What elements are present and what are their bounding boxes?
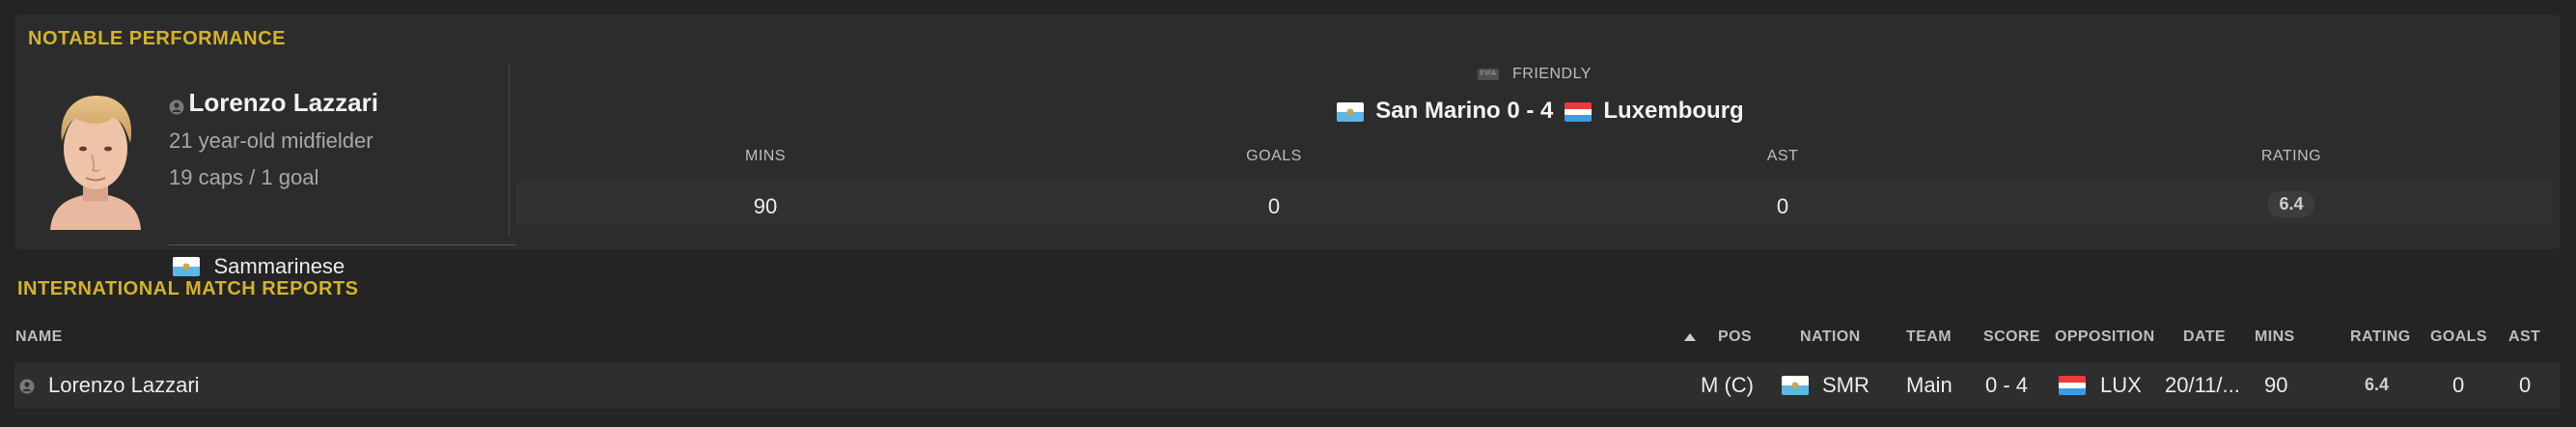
luxembourg-flag-icon — [1565, 101, 1593, 122]
row-score[interactable]: 0 - 4 — [1985, 373, 2028, 398]
column-header-rating[interactable]: RATING — [2350, 328, 2411, 346]
home-team: San Marino — [1375, 98, 1501, 124]
row-date: 20/11/... — [2165, 373, 2240, 397]
column-header-goals[interactable]: GOALS — [2430, 328, 2487, 346]
notable-performance-panel: NOTABLE PERFORMANCE Lorenzo Lazzari 21 y… — [14, 14, 2561, 278]
row-opposition[interactable]: LUX — [2100, 373, 2142, 398]
row-position: M (C) — [1701, 373, 1754, 397]
column-header-score[interactable]: SCORE — [1983, 328, 2040, 346]
stat-mins: 90 — [753, 194, 778, 218]
player-photo[interactable] — [39, 85, 152, 230]
luxembourg-flag-icon — [2059, 376, 2086, 395]
row-mins: 90 — [2264, 373, 2288, 397]
stat-goals: 0 — [1267, 194, 1281, 218]
stat-rating: 6.4 — [2195, 190, 2388, 217]
column-header-team[interactable]: TEAM — [1906, 328, 1952, 346]
stat-header-rating: RATING — [2260, 148, 2322, 164]
row-player-name[interactable]: Lorenzo Lazzari — [48, 373, 200, 398]
away-team: Luxembourg — [1603, 98, 1744, 124]
rating-badge: 6.4 — [2268, 191, 2314, 217]
column-header-pos[interactable]: POS — [1718, 328, 1752, 346]
column-header-name[interactable]: NAME — [15, 328, 63, 346]
row-nation[interactable]: SMR — [1822, 373, 1870, 398]
player-name[interactable]: Lorenzo Lazzari — [188, 88, 377, 117]
person-icon — [169, 100, 184, 115]
match-competition: FIFA FRIENDLY — [509, 66, 2561, 83]
fifa-logo-icon: FIFA — [1478, 68, 1500, 80]
divider — [509, 63, 510, 237]
player-nationality[interactable]: Sammarinese — [213, 254, 345, 278]
player-caps: 19 caps / 1 goal — [169, 165, 319, 189]
row-goals: 0 — [2452, 373, 2465, 397]
column-header-date[interactable]: DATE — [2183, 328, 2226, 346]
divider — [169, 244, 516, 245]
match-result[interactable]: San Marino 0 - 4 Luxembourg — [509, 98, 2561, 125]
san-marino-flag-icon — [173, 257, 200, 276]
row-ast: 0 — [2519, 373, 2532, 397]
rating-badge: 6.4 — [2365, 375, 2390, 394]
reports-title: INTERNATIONAL MATCH REPORTS — [17, 278, 359, 299]
stat-header-goals: GOALS — [1246, 148, 1302, 164]
stat-header-ast: AST — [1766, 148, 1799, 164]
match-score: 0 - 4 — [1507, 98, 1554, 124]
person-icon — [19, 379, 35, 394]
competition-label: FRIENDLY — [1512, 66, 1592, 82]
column-header-ast[interactable]: AST — [2508, 328, 2540, 346]
stat-header-mins: MINS — [745, 148, 786, 164]
column-header-opposition[interactable]: OPPOSITION — [2055, 328, 2155, 346]
row-rating: 6.4 — [2365, 371, 2389, 398]
row-team: Main — [1906, 373, 1953, 397]
notable-performance-title: NOTABLE PERFORMANCE — [28, 28, 286, 49]
column-header-mins[interactable]: MINS — [2255, 328, 2295, 346]
column-header-nation[interactable]: NATION — [1800, 328, 1861, 346]
san-marino-flag-icon — [1337, 101, 1365, 122]
stat-ast: 0 — [1776, 194, 1789, 218]
san-marino-flag-icon — [1782, 376, 1809, 395]
player-description: 21 year-old midfielder — [169, 128, 374, 153]
sort-ascending-icon[interactable] — [1684, 333, 1696, 341]
